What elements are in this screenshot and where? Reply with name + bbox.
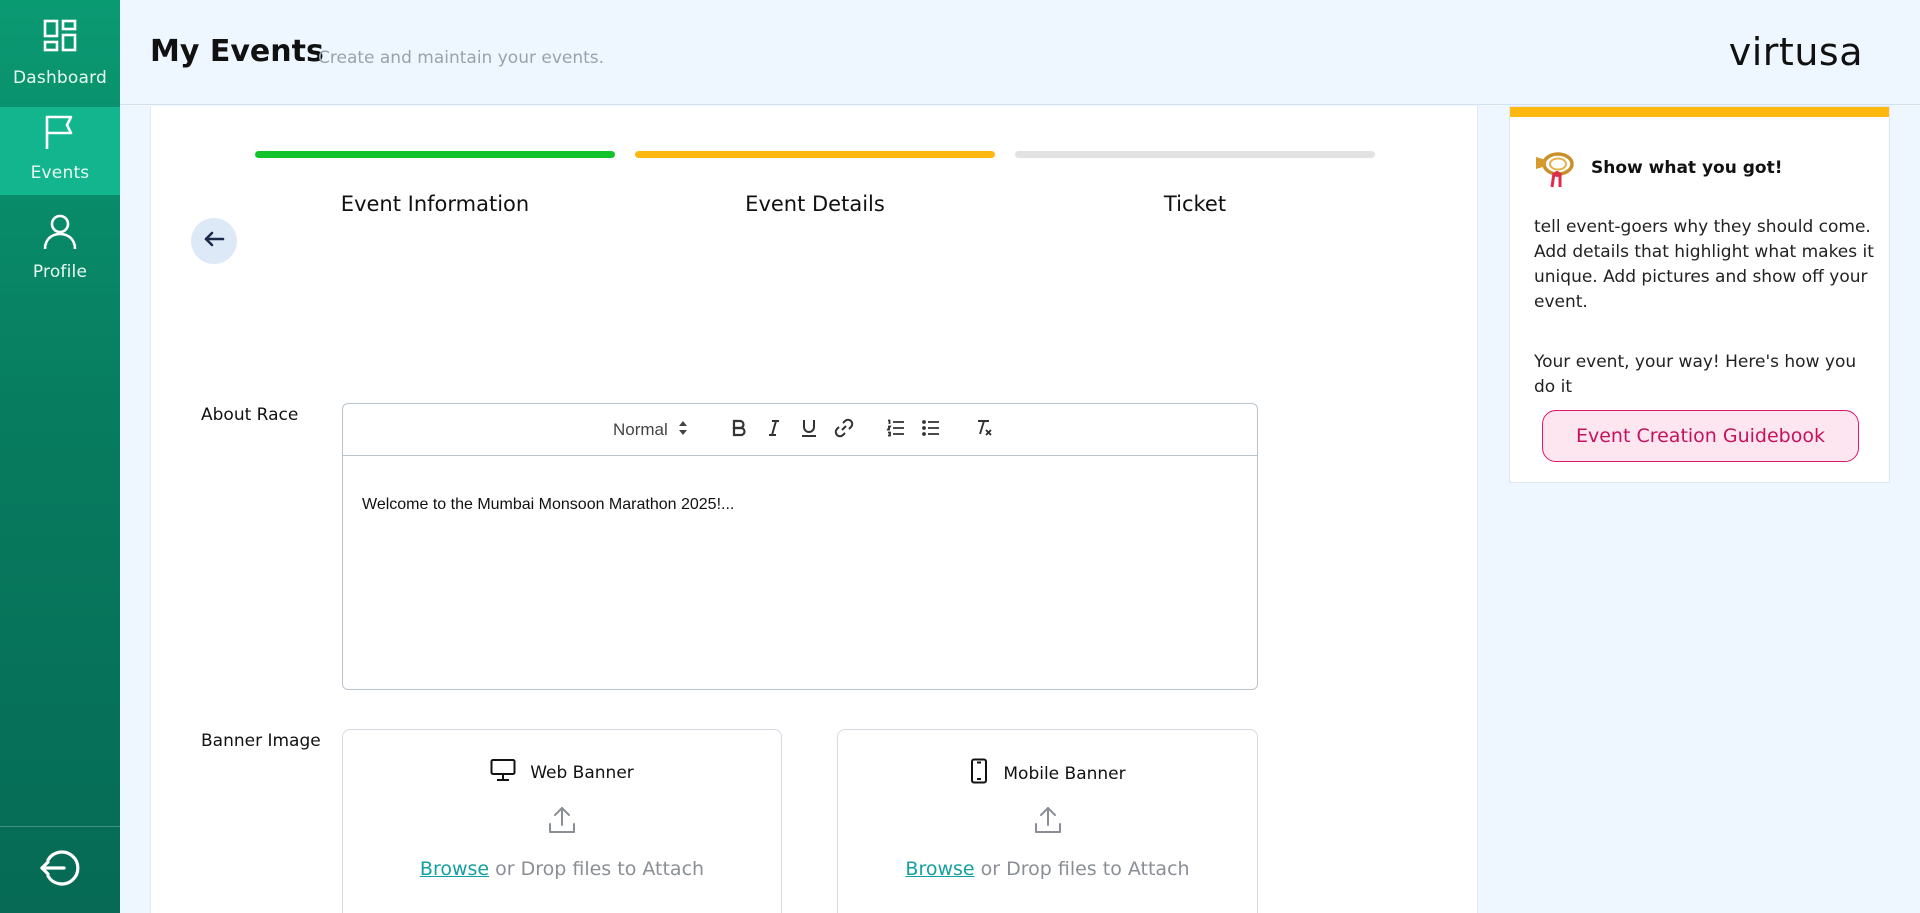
editor-toolbar: Normal	[343, 404, 1257, 456]
underline-button[interactable]	[796, 416, 822, 444]
sidebar-item-label: Profile	[32, 262, 88, 282]
horn-icon	[1534, 149, 1578, 195]
mobile-banner-browse-link[interactable]: Browse	[905, 858, 974, 880]
sidebar: Dashboard Events Profile	[0, 0, 120, 913]
link-button[interactable]	[831, 416, 857, 444]
mobile-banner-title: Mobile Banner	[1003, 763, 1126, 784]
web-banner-dropzone[interactable]: Web Banner Browse or Drop files to Attac…	[342, 729, 782, 913]
ordered-list-button[interactable]	[883, 416, 909, 444]
step-label-ticket[interactable]: Ticket	[1015, 192, 1375, 216]
logout-icon	[38, 846, 82, 894]
mobile-icon	[969, 758, 989, 789]
user-icon	[41, 212, 79, 254]
web-banner-title: Web Banner	[530, 762, 634, 783]
sidebar-item-label: Dashboard	[12, 68, 108, 88]
editor-text: Welcome to the Mumbai Monsoon Marathon 2…	[362, 496, 735, 513]
web-banner-hint-text: or Drop files to Attach	[489, 858, 705, 880]
banner-image-label: Banner Image	[201, 731, 321, 751]
web-banner-header: Web Banner	[343, 758, 781, 787]
tip-card: Show what you got! tell event-goers why …	[1509, 106, 1890, 483]
step-label-event-information[interactable]: Event Information	[255, 192, 615, 216]
updown-icon	[678, 420, 688, 441]
event-form-card: Event Information Event Details Ticket A…	[150, 106, 1478, 913]
format-select[interactable]: Normal	[613, 416, 688, 444]
rich-text-editor: Normal Welcome to the Mumbai Monsoon Mar…	[342, 403, 1258, 690]
mobile-banner-header: Mobile Banner	[838, 758, 1257, 789]
web-banner-hint: Browse or Drop files to Attach	[343, 858, 781, 880]
back-button[interactable]	[191, 218, 237, 264]
mobile-banner-hint-text: or Drop files to Attach	[974, 858, 1190, 880]
tip-title: Show what you got!	[1591, 158, 1783, 178]
step-progress-event-details	[635, 151, 995, 158]
underline-icon	[799, 418, 819, 442]
upload-icon	[1033, 805, 1063, 839]
tip-card-accent	[1510, 107, 1889, 117]
page-subtitle: Create and maintain your events.	[318, 48, 605, 68]
sidebar-item-profile[interactable]: Profile	[0, 206, 120, 294]
flag-icon	[41, 113, 79, 155]
bold-button[interactable]	[726, 416, 752, 444]
upload-icon	[547, 805, 577, 839]
sidebar-item-dashboard[interactable]: Dashboard	[0, 0, 120, 88]
page-header: My Events Create and maintain your event…	[120, 0, 1920, 105]
italic-icon	[764, 418, 784, 442]
page-title: My Events	[150, 34, 324, 69]
editor-content[interactable]: Welcome to the Mumbai Monsoon Marathon 2…	[343, 456, 1257, 689]
bold-icon	[729, 418, 749, 442]
tip-paragraph-2: Your event, your way! Here's how you do …	[1534, 352, 1857, 397]
format-select-value: Normal	[613, 420, 668, 439]
bullet-list-button[interactable]	[918, 416, 944, 444]
link-icon	[834, 418, 854, 442]
clear-formatting-icon	[974, 418, 994, 442]
web-banner-browse-link[interactable]: Browse	[420, 858, 489, 880]
event-creation-guidebook-button[interactable]: Event Creation Guidebook	[1542, 410, 1859, 462]
logout-button[interactable]	[0, 826, 120, 913]
sidebar-item-label: Events	[30, 163, 90, 183]
mobile-banner-hint: Browse or Drop files to Attach	[838, 858, 1257, 880]
arrow-left-icon	[202, 227, 226, 255]
ordered-list-icon	[886, 418, 906, 442]
italic-button[interactable]	[761, 416, 787, 444]
brand-logo: virtusa	[1728, 30, 1863, 74]
mobile-banner-dropzone[interactable]: Mobile Banner Browse or Drop files to At…	[837, 729, 1258, 913]
clear-formatting-button[interactable]	[971, 416, 997, 444]
about-race-label: About Race	[201, 405, 299, 425]
step-progress-event-information	[255, 151, 615, 158]
step-progress-ticket	[1015, 151, 1375, 158]
bullet-list-icon	[921, 418, 941, 442]
dashboard-icon	[41, 18, 79, 60]
sidebar-item-events[interactable]: Events	[0, 107, 120, 195]
step-label-event-details[interactable]: Event Details	[635, 192, 995, 216]
tip-paragraph-1: tell event-goers why they should come. A…	[1534, 217, 1874, 312]
monitor-icon	[490, 758, 516, 787]
